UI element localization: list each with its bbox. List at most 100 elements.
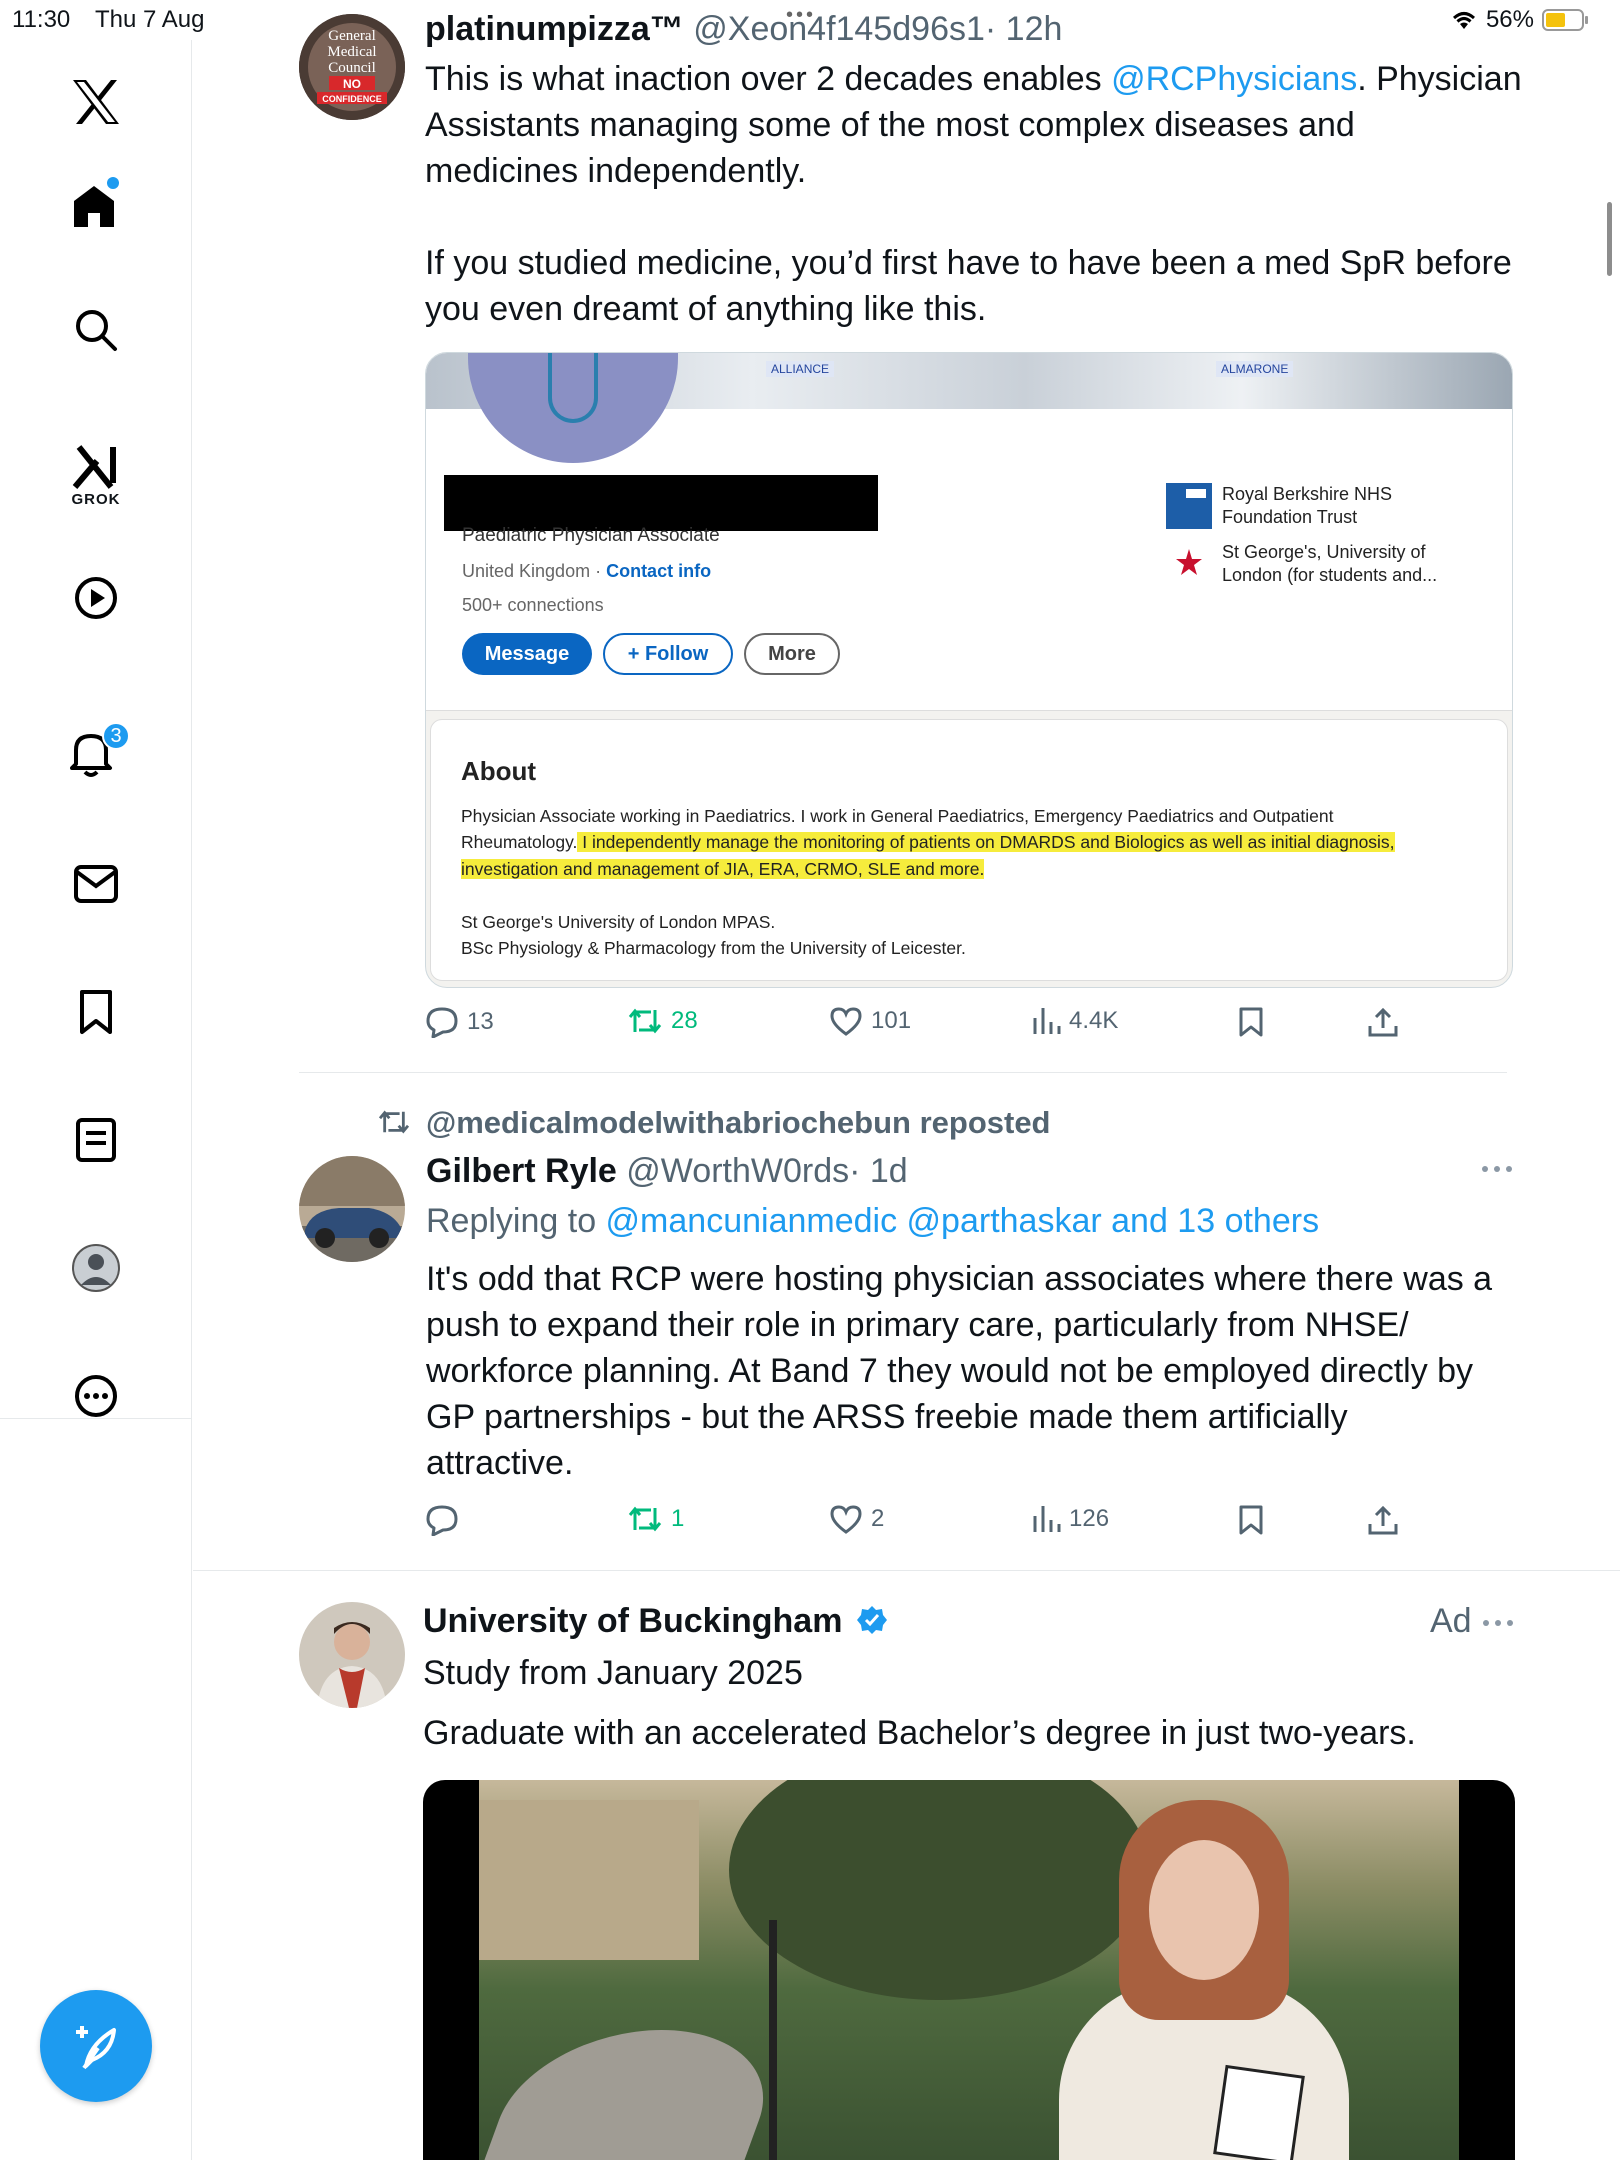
heart-icon [830,1505,862,1534]
like-count: 2 [871,1505,885,1532]
sidebar: GROK 3 [0,40,192,2160]
about-title: About [461,756,537,786]
x-logo-icon[interactable] [0,62,192,142]
repost-count: 28 [671,1007,698,1034]
about-line-2: Rheumatology. I independently manage the… [461,832,1395,853]
about-line-5: BSc Physiology & Pharmacology from the U… [461,938,966,958]
like-count: 101 [871,1007,912,1034]
ad-image[interactable] [423,1780,1515,2160]
reply-button[interactable]: 13 [425,1006,494,1038]
reply-icon [426,1007,458,1038]
ad-body: Graduate with an accelerated Bachelor’s … [423,1714,1416,1752]
linkedin-follow-button[interactable]: + Follow [603,633,733,675]
avatar[interactable] [299,1602,405,1708]
share-button[interactable] [1367,1006,1399,1038]
contact-info-link[interactable]: Contact info [606,561,711,581]
display-name[interactable]: University of Buckingham [423,1602,842,1640]
bookmark-button[interactable] [1237,1006,1265,1038]
avatar-text-2: Medical [327,44,376,60]
scrollbar-thumb[interactable] [1607,202,1612,276]
handle[interactable]: @Xeon4f145d96s1 [693,10,985,48]
like-button[interactable]: 101 [829,1006,911,1036]
post-1-image[interactable]: ALLIANCE ALMARONE Paediatric Physician A… [425,352,1513,988]
avatar[interactable]: General Medical Council NO CONFIDENCE [299,14,405,120]
handle[interactable]: @WorthW0rds [626,1152,849,1190]
grok-icon[interactable]: GROK [0,420,192,530]
org-1-line-2: Foundation Trust [1222,507,1358,527]
bookmarks-icon[interactable] [0,972,192,1052]
repost-label[interactable]: @medicalmodelwithabriochebun reposted [426,1100,1051,1146]
about-line-1: Physician Associate working in Paediatri… [461,806,1334,826]
nhs-logo-icon [1166,483,1212,529]
avatar-text-1: General [328,28,375,44]
ad-headline: Study from January 2025 [423,1654,803,1692]
about-line-2a: Rheumatology. [461,832,578,852]
replying-prefix: Replying to [426,1202,606,1240]
more-options-icon[interactable] [1482,1618,1514,1628]
post-text-line-4: GP partnerships - but the ARSS freebie m… [426,1398,1348,1436]
org-2-line-1: St George's, University of [1222,542,1426,562]
notifications-badge: 3 [102,722,130,750]
share-icon [1368,1007,1398,1037]
more-options-icon[interactable] [1481,1164,1513,1174]
video-icon[interactable] [0,558,192,638]
post-1-actions: 13 28 101 4.4K [425,1006,1425,1046]
views-icon [1033,1008,1061,1034]
org-1-line-1: Royal Berkshire NHS [1222,484,1393,504]
ad-display-name: University of Buckingham [423,1598,888,1644]
org-2: St George's, University of London (for s… [1222,541,1437,587]
grok-label: GROK [71,490,121,508]
repost-icon [628,1008,662,1034]
profile-avatar-icon[interactable] [0,1228,192,1308]
views-button[interactable]: 4.4K [1031,1006,1118,1036]
post-text-line-5: you even dreamt of anything like this. [425,290,987,328]
reply-button[interactable] [425,1504,467,1536]
linkedin-location-line: United Kingdom · Contact info [462,561,711,582]
timestamp[interactable]: · 12h [985,10,1063,48]
display-name[interactable]: platinumpizza™ [425,10,684,48]
avatar-text-5: CONFIDENCE [322,94,382,104]
post-text-line-4: If you studied medicine, you’d first hav… [425,244,1512,282]
repost-button[interactable]: 28 [627,1006,698,1036]
linkedin-profile-header: ALLIANCE ALMARONE Paediatric Physician A… [426,353,1512,711]
banner-tag: ALLIANCE [766,361,835,377]
notifications-icon[interactable]: 3 [0,712,192,792]
linkedin-more-button[interactable]: More [744,633,840,675]
home-unread-dot [107,177,119,189]
home-icon[interactable] [0,162,192,242]
banner-tag: ALMARONE [1216,361,1294,377]
org-2-line-2: London (for students and... [1222,565,1438,585]
views-icon [1033,1506,1061,1532]
search-icon[interactable] [0,290,192,370]
post-text: . Physician [1357,60,1522,98]
views-count: 4.4K [1069,1007,1119,1034]
post-2-actions: 1 2 126 [425,1504,1425,1544]
verified-badge-icon [856,1606,887,1634]
mention-link[interactable]: @RCPhysicians [1111,60,1357,98]
status-time: 11:30 [12,6,71,33]
avatar-student-image [299,1602,405,1708]
post-text-line-2: push to expand their role in primary car… [426,1306,1409,1344]
reply-count: 13 [467,1008,494,1035]
avatar-text-4: NO [343,77,361,91]
compose-post-button[interactable] [40,1990,152,2102]
linkedin-message-button[interactable]: Message [462,633,592,675]
repost-button[interactable]: 1 [627,1504,684,1534]
replying-to-links[interactable]: @mancunianmedic @parthaskar and 13 other… [606,1202,1320,1240]
status-date: Thu 7 Aug [95,6,205,33]
avatar[interactable] [299,1156,405,1262]
share-button[interactable] [1367,1504,1399,1536]
views-button[interactable]: 126 [1031,1504,1109,1534]
lists-icon[interactable] [0,1100,192,1180]
bookmark-button[interactable] [1237,1504,1265,1536]
bookmark-icon [1239,1505,1263,1535]
like-button[interactable]: 2 [829,1504,884,1534]
compose-feather-icon [76,2026,116,2070]
linkedin-profile-photo [468,353,678,463]
more-icon[interactable] [0,1356,192,1436]
display-name[interactable]: Gilbert Ryle [426,1152,617,1190]
repost-count: 1 [671,1505,685,1532]
linkedin-connections: 500+ connections [462,595,604,615]
messages-icon[interactable] [0,844,192,924]
timestamp[interactable]: · 1d [849,1152,908,1190]
